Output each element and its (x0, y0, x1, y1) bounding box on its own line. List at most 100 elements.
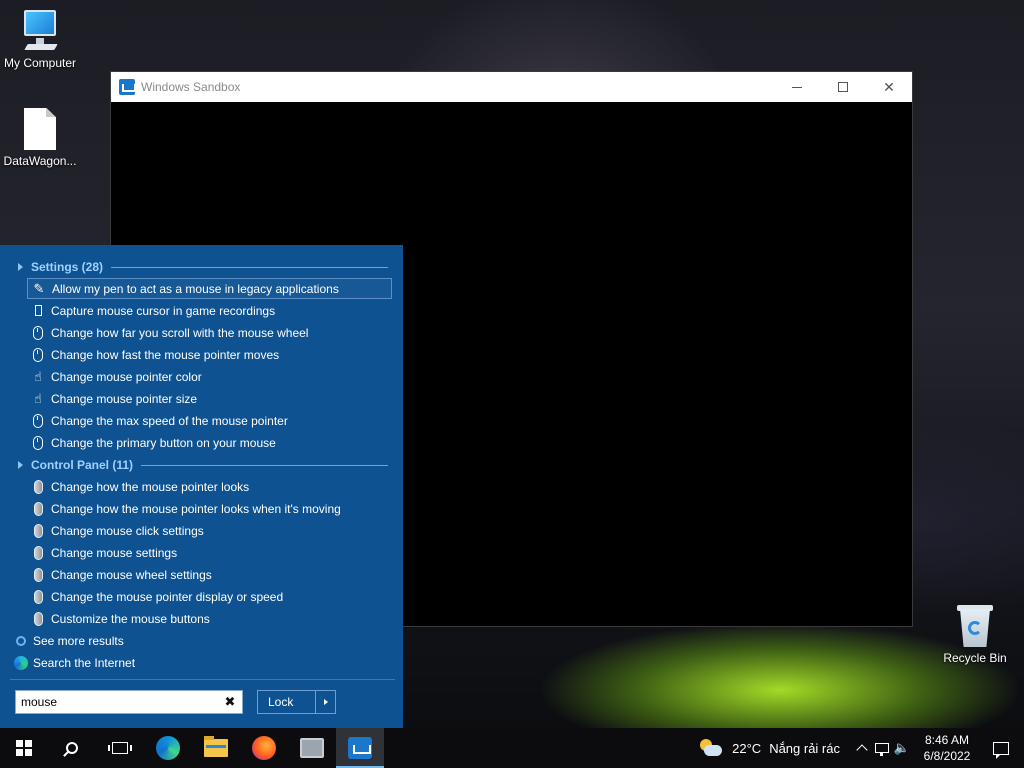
folder-icon (204, 736, 228, 757)
result-item[interactable]: Change the primary button on your mouse (27, 432, 392, 453)
window-title: Windows Sandbox (141, 80, 241, 94)
system-tray: 22°C Nắng rải rác 🔈 8:46 AM 6/8/2022 (700, 728, 1024, 768)
search-icon (14, 634, 28, 648)
weather-widget[interactable]: 22°C Nắng rải rác (700, 739, 840, 757)
monitor-icon (300, 738, 324, 758)
desktop-icon-label: Recycle Bin (943, 651, 1007, 665)
taskbar-app-monitor[interactable] (288, 728, 336, 768)
volume-button[interactable]: 🔈 (892, 728, 912, 768)
desktop-icon-recycle-bin[interactable]: Recycle Bin (935, 603, 1015, 665)
task-view-icon (108, 742, 132, 754)
result-label: Allow my pen to act as a mouse in legacy… (52, 281, 339, 296)
search-input[interactable] (16, 692, 218, 712)
desktop-icon-datawagon[interactable]: DataWagon... (0, 108, 80, 168)
mouse-icon (31, 347, 45, 363)
see-more-results-link[interactable]: See more results (14, 634, 124, 648)
result-item[interactable]: Change how the mouse pointer looks (27, 476, 392, 497)
chevron-up-icon (856, 744, 868, 756)
taskbar-app-windows-sandbox[interactable] (336, 728, 384, 768)
windows-sandbox-icon (119, 79, 136, 95)
result-item[interactable]: Change the mouse pointer display or spee… (27, 586, 392, 607)
network-button[interactable] (872, 728, 892, 768)
lock-button[interactable]: Lock (257, 690, 336, 714)
minimize-button[interactable] (774, 72, 820, 102)
weather-temperature: 22°C (732, 740, 762, 756)
mouse-icon (31, 325, 45, 341)
start-search-panel: Settings (28) ✎ Allow my pen to act as a… (0, 245, 403, 728)
mouse-icon (31, 435, 45, 451)
start-button[interactable] (0, 728, 48, 768)
result-item[interactable]: Customize the mouse buttons (27, 608, 392, 629)
pen-icon: ✎ (33, 280, 45, 296)
clock[interactable]: 8:46 AM 6/8/2022 (916, 732, 978, 764)
category-settings[interactable]: Settings (28) (18, 260, 388, 274)
network-icon (875, 743, 889, 756)
result-label: Change the max speed of the mouse pointe… (51, 413, 288, 428)
search-icon (66, 742, 78, 754)
result-item[interactable]: Change mouse wheel settings (27, 564, 392, 585)
result-label: Change mouse click settings (51, 523, 204, 538)
notification-icon (993, 741, 1009, 759)
taskbar-search-button[interactable] (48, 728, 96, 768)
maximize-button[interactable] (820, 72, 866, 102)
result-item[interactable]: ✎ Allow my pen to act as a mouse in lega… (27, 278, 392, 299)
desktop-icon-my-computer[interactable]: My Computer (0, 10, 80, 70)
result-item[interactable]: ☝ Change mouse pointer size (27, 388, 392, 409)
result-item[interactable]: ☝ Change mouse pointer color (27, 366, 392, 387)
result-item[interactable]: Change mouse settings (27, 542, 392, 563)
mouse-control-panel-icon (31, 611, 45, 627)
desktop-icon-label: My Computer (3, 56, 77, 70)
search-internet-label: Search the Internet (33, 656, 136, 670)
result-item[interactable]: Change the max speed of the mouse pointe… (27, 410, 392, 431)
windows-sandbox-icon (348, 737, 372, 759)
computer-icon (20, 10, 60, 52)
close-button[interactable]: ✕ (866, 72, 912, 102)
result-item[interactable]: Capture mouse cursor in game recordings (27, 300, 392, 321)
edge-icon (156, 736, 180, 760)
action-center-button[interactable] (978, 728, 1024, 768)
partly-sunny-icon (700, 739, 723, 757)
recycle-bin-icon (957, 603, 993, 647)
search-box[interactable]: ✖ (15, 690, 243, 714)
result-item[interactable]: Change mouse click settings (27, 520, 392, 541)
category-divider (111, 266, 388, 268)
lock-label: Lock (268, 695, 294, 709)
window-titlebar[interactable]: Windows Sandbox ✕ (111, 72, 912, 102)
pointer-hand-icon: ☝ (34, 390, 42, 406)
result-item[interactable]: Change how far you scroll with the mouse… (27, 322, 392, 343)
close-icon: ✕ (883, 78, 895, 95)
file-icon (24, 108, 56, 150)
edge-icon (14, 656, 28, 670)
minimize-icon (792, 86, 802, 88)
mouse-control-panel-icon (31, 501, 45, 517)
clear-search-icon[interactable]: ✖ (218, 694, 242, 710)
expand-triangle-icon (18, 263, 23, 271)
category-control-panel[interactable]: Control Panel (11) (18, 458, 388, 472)
result-label: Change mouse wheel settings (51, 567, 212, 582)
rectangle-icon (31, 303, 45, 319)
taskbar-app-firefox[interactable] (240, 728, 288, 768)
chevron-right-icon (323, 699, 328, 705)
show-hidden-icons-button[interactable] (852, 728, 872, 768)
panel-divider (10, 679, 395, 680)
power-options-arrow-button[interactable] (315, 691, 335, 713)
result-label: Change mouse pointer color (51, 369, 202, 384)
search-internet-link[interactable]: Search the Internet (14, 656, 135, 670)
taskbar-app-edge[interactable] (144, 728, 192, 768)
result-label: Change mouse pointer size (51, 391, 198, 406)
taskbar: 22°C Nắng rải rác 🔈 8:46 AM 6/8/2022 (0, 728, 1024, 768)
firefox-icon (252, 736, 276, 760)
see-more-label: See more results (33, 634, 124, 648)
taskbar-app-file-explorer[interactable] (192, 728, 240, 768)
category-divider (141, 464, 388, 466)
result-item[interactable]: Change how fast the mouse pointer moves (27, 344, 392, 365)
result-item[interactable]: Change how the mouse pointer looks when … (27, 498, 392, 519)
category-label: Settings (28) (31, 260, 104, 274)
result-label: Change how the mouse pointer looks (51, 479, 250, 494)
result-label: Change the primary button on your mouse (51, 435, 276, 450)
result-label: Change how far you scroll with the mouse… (51, 325, 309, 340)
speaker-icon: 🔈 (893, 740, 911, 755)
mouse-icon (31, 413, 45, 429)
maximize-icon (838, 82, 848, 92)
task-view-button[interactable] (96, 728, 144, 768)
